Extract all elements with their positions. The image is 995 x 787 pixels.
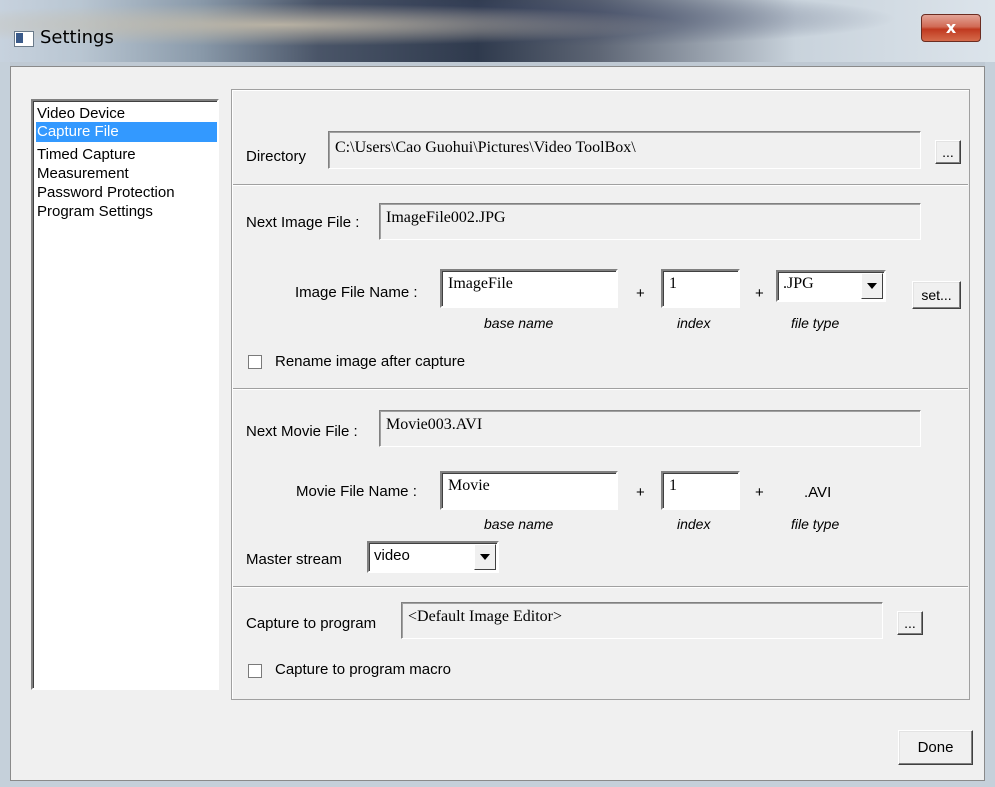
image-plus-1: + — [636, 285, 645, 302]
movie-base-name-input[interactable]: Movie — [440, 471, 618, 510]
directory-browse-button[interactable]: ... — [935, 140, 961, 164]
master-stream-label: Master stream — [246, 551, 342, 568]
nav-item-timed-capture[interactable]: Timed Capture — [36, 145, 217, 165]
separator-image — [233, 388, 968, 390]
image-plus-2: + — [755, 285, 764, 302]
separator-movie — [233, 586, 968, 588]
capture-to-program-label: Capture to program — [246, 615, 377, 632]
program-browse-button[interactable]: ... — [897, 611, 923, 635]
capture-to-program-field[interactable]: <Default Image Editor> — [401, 602, 883, 639]
movie-hint-index: index — [677, 516, 711, 532]
window-frame-bottom — [0, 781, 995, 787]
movie-plus-1: + — [636, 484, 645, 501]
directory-label: Directory — [246, 148, 307, 165]
rename-image-checkbox[interactable] — [248, 355, 262, 369]
window-title: Settings — [40, 27, 114, 48]
image-file-type-value: .JPG — [783, 275, 814, 292]
image-file-type-select[interactable]: .JPG — [776, 270, 886, 302]
master-stream-select[interactable]: video — [367, 541, 499, 573]
settings-category-list[interactable]: Video Device Capture File Timed Capture … — [31, 99, 219, 690]
movie-file-name-label: Movie File Name : — [296, 483, 417, 500]
image-file-name-label: Image File Name : — [295, 284, 418, 301]
window-icon — [14, 31, 34, 47]
nav-item-video-device[interactable]: Video Device — [36, 104, 217, 124]
next-image-file-field: ImageFile002.JPG — [379, 203, 921, 240]
window-frame-right — [985, 62, 995, 787]
movie-plus-2: + — [755, 484, 764, 501]
chevron-down-icon[interactable] — [861, 273, 883, 299]
rename-image-label[interactable]: Rename image after capture — [275, 353, 465, 370]
chevron-down-icon[interactable] — [474, 544, 496, 570]
image-set-button[interactable]: set... — [912, 281, 961, 309]
movie-file-type-value: .AVI — [804, 484, 832, 501]
master-stream-value: video — [374, 547, 410, 564]
separator-directory — [233, 184, 968, 186]
capture-macro-label[interactable]: Capture to program macro — [275, 661, 451, 678]
image-index-input[interactable]: 1 — [661, 269, 740, 308]
next-image-file-label: Next Image File : — [246, 214, 360, 231]
settings-window: Settings x Video Device Capture File Tim… — [0, 0, 995, 787]
capture-macro-checkbox[interactable] — [248, 664, 262, 678]
close-button[interactable]: x — [921, 14, 981, 42]
image-hint-file-type: file type — [791, 315, 840, 331]
nav-item-capture-file[interactable]: Capture File — [36, 122, 217, 142]
image-hint-base-name: base name — [484, 315, 554, 331]
nav-item-measurement[interactable]: Measurement — [36, 164, 217, 184]
nav-item-password-protection[interactable]: Password Protection — [36, 183, 217, 203]
nav-item-program-settings[interactable]: Program Settings — [36, 202, 217, 222]
next-movie-file-field: Movie003.AVI — [379, 410, 921, 447]
directory-field[interactable]: C:\Users\Cao Guohui\Pictures\Video ToolB… — [328, 131, 921, 169]
window-frame-left — [0, 62, 10, 787]
image-hint-index: index — [677, 315, 711, 331]
movie-hint-base-name: base name — [484, 516, 554, 532]
image-base-name-input[interactable]: ImageFile — [440, 269, 618, 308]
next-movie-file-label: Next Movie File : — [246, 423, 358, 440]
title-bar[interactable]: Settings x — [0, 0, 995, 62]
close-icon: x — [945, 18, 957, 37]
done-button[interactable]: Done — [898, 730, 973, 765]
movie-hint-file-type: file type — [791, 516, 840, 532]
movie-index-input[interactable]: 1 — [661, 471, 740, 510]
